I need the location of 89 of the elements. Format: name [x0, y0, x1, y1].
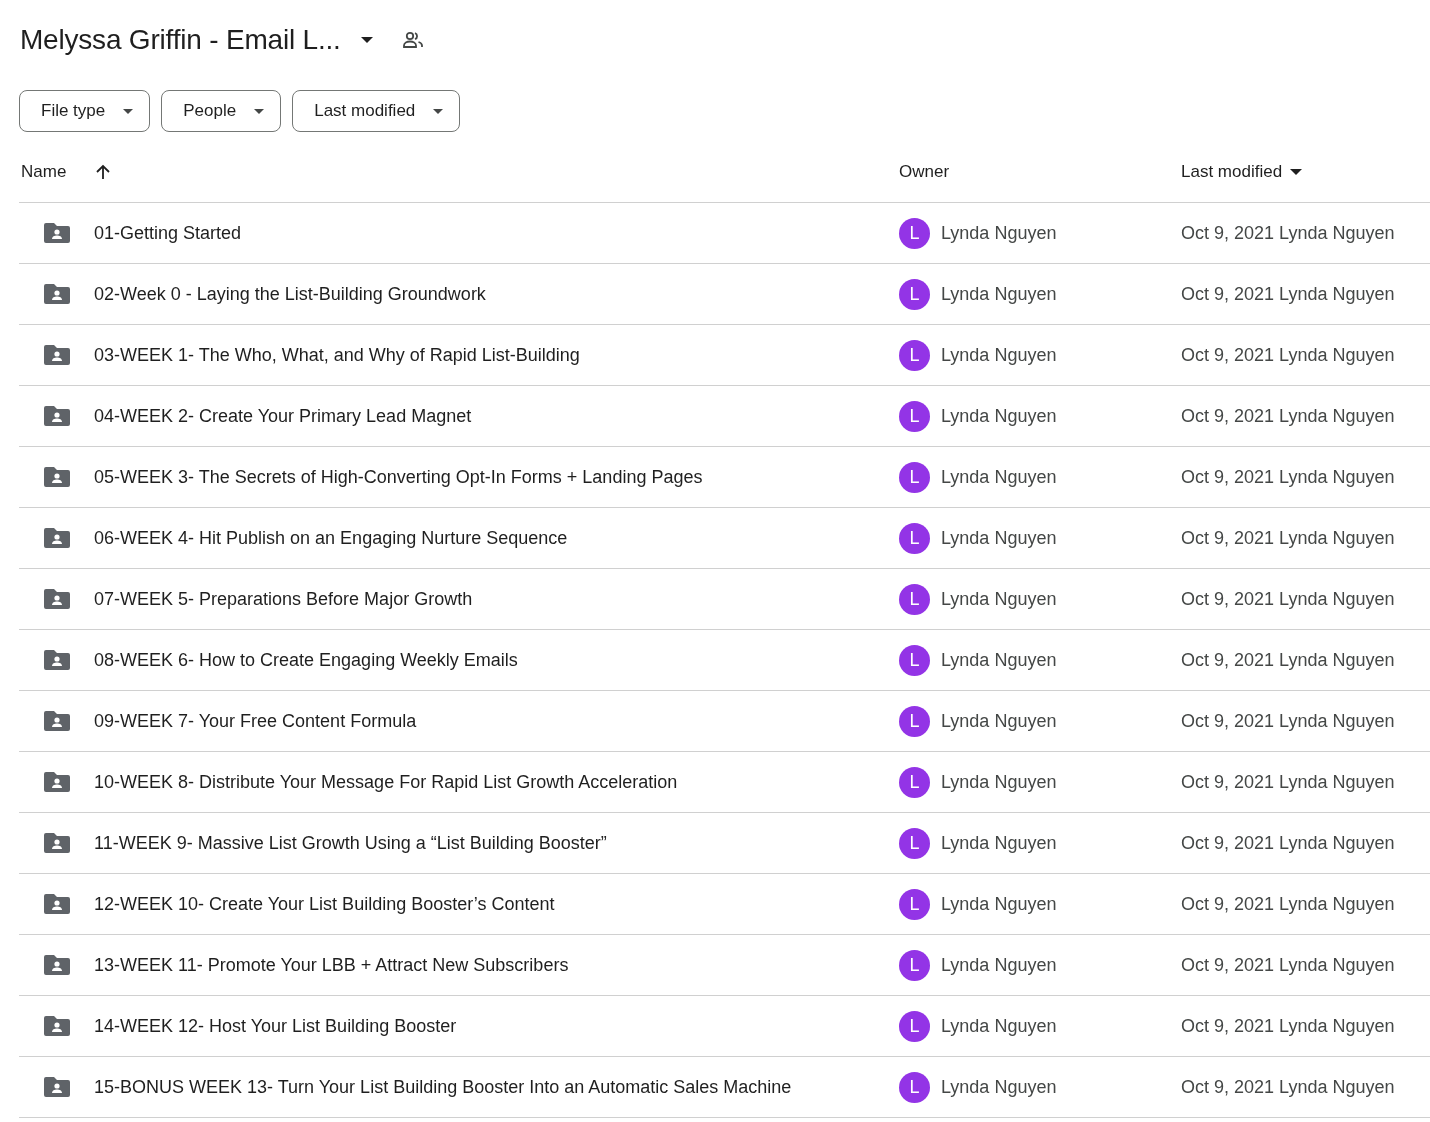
caret-icon[interactable] [1290, 169, 1303, 175]
folder-title: Melyssa Griffin - Email L... [20, 24, 341, 56]
filter-chip[interactable]: File type [19, 90, 151, 132]
filter-chip[interactable]: People [161, 90, 282, 132]
caret-icon[interactable] [360, 37, 373, 43]
folder-name[interactable]: 08-WEEK 6- How to Create Engaging Weekly Emails [94, 649, 518, 671]
owner-name: Lynda Nguyen [941, 222, 1057, 244]
column-header[interactable]: Name [19, 162, 67, 182]
owner-name: Lynda Nguyen [941, 954, 1057, 976]
owner-name: Lynda Nguyen [941, 466, 1057, 488]
owner-name: Lynda Nguyen [941, 649, 1057, 671]
modified-date: Oct 9, 2021 Lynda Nguyen [1181, 649, 1395, 671]
modified-date: Oct 9, 2021 Lynda Nguyen [1181, 405, 1395, 427]
owner-name: Lynda Nguyen [941, 1015, 1057, 1037]
avatar: L [899, 339, 930, 371]
modified-date: Oct 9, 2021 Lynda Nguyen [1181, 344, 1395, 366]
caret-icon [433, 108, 444, 114]
shared-folder-icon [44, 589, 70, 609]
modified-date: Oct 9, 2021 Lynda Nguyen [1181, 1015, 1395, 1037]
shared-people-icon[interactable] [401, 31, 424, 49]
folder-name[interactable]: 11-WEEK 9- Massive List Growth Using a “List Building Booster” [94, 832, 607, 854]
avatar: L [899, 461, 930, 493]
shared-folder-icon [44, 955, 70, 975]
folder-name[interactable]: 01-Getting Started [94, 222, 242, 244]
owner-name: Lynda Nguyen [941, 283, 1057, 305]
modified-date: Oct 9, 2021 Lynda Nguyen [1181, 893, 1395, 915]
shared-folder-icon [44, 406, 70, 426]
shared-folder-icon [44, 467, 70, 487]
folder-name[interactable]: 06-WEEK 4- Hit Publish on an Engaging Nurture Sequence [94, 527, 568, 549]
folder-name[interactable]: 14-WEEK 12- Host Your List Building Booster [94, 1015, 457, 1037]
column-header[interactable]: Last modified [1181, 162, 1283, 182]
owner-name: Lynda Nguyen [941, 1076, 1057, 1098]
avatar: L [899, 522, 930, 554]
owner-name: Lynda Nguyen [941, 344, 1057, 366]
avatar: L [899, 1010, 930, 1042]
modified-date: Oct 9, 2021 Lynda Nguyen [1181, 1076, 1395, 1098]
folder-name[interactable]: 09-WEEK 7- Your Free Content Formula [94, 710, 417, 732]
folder-name[interactable]: 03-WEEK 1- The Who, What, and Why of Rapid List-Building [94, 344, 580, 366]
avatar: L [899, 888, 930, 920]
modified-date: Oct 9, 2021 Lynda Nguyen [1181, 222, 1395, 244]
column-header[interactable]: Owner [899, 162, 950, 182]
folder-name[interactable]: 12-WEEK 10- Create Your List Building Booster’s Content [94, 893, 555, 915]
shared-folder-icon [44, 528, 70, 548]
avatar: L [899, 583, 930, 615]
modified-date: Oct 9, 2021 Lynda Nguyen [1181, 771, 1395, 793]
modified-date: Oct 9, 2021 Lynda Nguyen [1181, 588, 1395, 610]
owner-name: Lynda Nguyen [941, 893, 1057, 915]
avatar: L [899, 644, 930, 676]
owner-name: Lynda Nguyen [941, 588, 1057, 610]
folder-name[interactable]: 07-WEEK 5- Preparations Before Major Growth [94, 588, 473, 610]
filter-chip[interactable]: Last modified [292, 90, 461, 132]
folder-name[interactable]: 10-WEEK 8- Distribute Your Message For Rapid List Growth Acceleration [94, 771, 678, 793]
shared-folder-icon [44, 894, 70, 914]
modified-date: Oct 9, 2021 Lynda Nguyen [1181, 954, 1395, 976]
avatar: L [899, 217, 930, 249]
avatar: L [899, 400, 930, 432]
shared-folder-icon [44, 833, 70, 853]
folder-name[interactable]: 05-WEEK 3- The Secrets of High-Converting Opt-In Forms + Landing Pages [94, 466, 703, 488]
modified-date: Oct 9, 2021 Lynda Nguyen [1181, 710, 1395, 732]
owner-name: Lynda Nguyen [941, 710, 1057, 732]
modified-date: Oct 9, 2021 Lynda Nguyen [1181, 527, 1395, 549]
folder-name[interactable]: 13-WEEK 11- Promote Your LBB + Attract New Subscribers [94, 954, 569, 976]
caret-icon [254, 108, 265, 114]
shared-folder-icon [44, 772, 70, 792]
shared-folder-icon [44, 1016, 70, 1036]
avatar: L [899, 1071, 930, 1103]
owner-name: Lynda Nguyen [941, 832, 1057, 854]
modified-date: Oct 9, 2021 Lynda Nguyen [1181, 832, 1395, 854]
modified-date: Oct 9, 2021 Lynda Nguyen [1181, 466, 1395, 488]
shared-folder-icon [44, 284, 70, 304]
sort-up-arrow-icon[interactable] [96, 164, 111, 180]
shared-folder-icon [44, 223, 70, 243]
modified-date: Oct 9, 2021 Lynda Nguyen [1181, 283, 1395, 305]
shared-folder-icon [44, 650, 70, 670]
avatar: L [899, 705, 930, 737]
owner-name: Lynda Nguyen [941, 405, 1057, 427]
caret-icon [123, 108, 134, 114]
folder-name[interactable]: 15-BONUS WEEK 13- Turn Your List Building Booster Into an Automatic Sales Machine [94, 1076, 792, 1098]
avatar: L [899, 827, 930, 859]
shared-folder-icon [44, 1077, 70, 1097]
avatar: L [899, 766, 930, 798]
folder-name[interactable]: 04-WEEK 2- Create Your Primary Lead Magnet [94, 405, 472, 427]
folder-name[interactable]: 02-Week 0 - Laying the List-Building Groundwork [94, 283, 486, 305]
shared-folder-icon [44, 711, 70, 731]
owner-name: Lynda Nguyen [941, 771, 1057, 793]
avatar: L [899, 278, 930, 310]
owner-name: Lynda Nguyen [941, 527, 1057, 549]
avatar: L [899, 949, 930, 981]
shared-folder-icon [44, 345, 70, 365]
